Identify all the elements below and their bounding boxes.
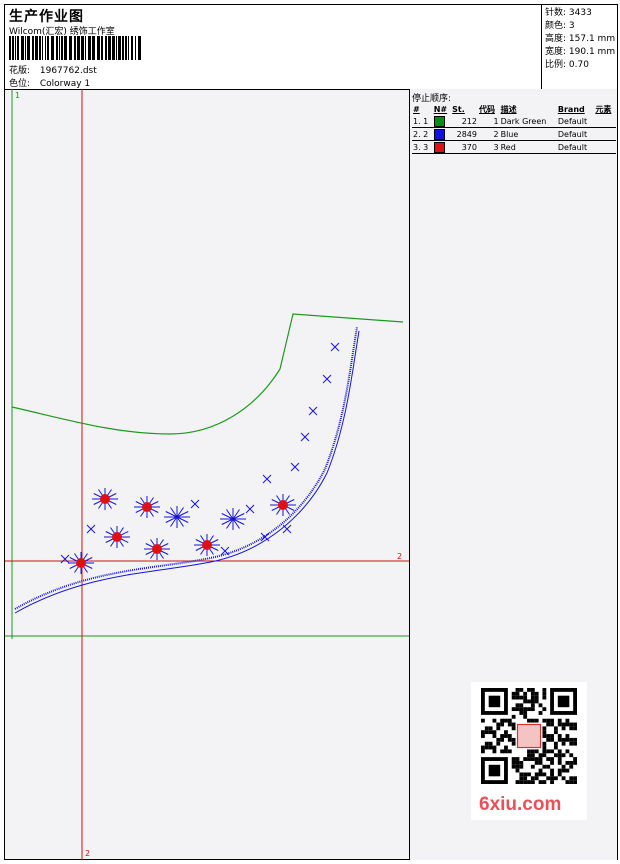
row-element <box>594 127 616 141</box>
col-element: 元素 <box>595 104 612 114</box>
stats-panel: 针数: 3433 颜色: 3 高度: 157.1 mm 宽度: 190.1 mm… <box>541 5 617 89</box>
watermark-qr: 6xiu.com <box>471 682 587 820</box>
row-swatch <box>432 115 452 128</box>
stitch-motifs <box>60 342 340 574</box>
row-stitches: 2849 <box>451 127 478 141</box>
row-index: 1. 1 <box>412 115 433 128</box>
col-n: N# <box>433 104 448 114</box>
header: 生产作业图 Wilcom(汇宏) 绣饰工作室 花版: 1967762.dst 色… <box>5 5 617 90</box>
blue-stitch-edge <box>14 330 360 614</box>
row-code: 3 <box>477 140 500 154</box>
row-index: 2. 2 <box>412 127 433 141</box>
row-code: 2 <box>477 127 500 141</box>
col-brand: Brand <box>557 104 585 114</box>
stat-width: 宽度: 190.1 mm <box>545 47 616 57</box>
production-sheet: 生产作业图 Wilcom(汇宏) 绣饰工作室 花版: 1967762.dst 色… <box>4 4 618 860</box>
table-header: # N# St. 代码 描述 Brand 元素 <box>412 103 616 115</box>
marker-2-bottom: 2 <box>85 849 91 858</box>
header-info: 生产作业图 Wilcom(汇宏) 绣饰工作室 花版: 1967762.dst 色… <box>5 5 541 89</box>
watermark-text: 6xiu.com <box>479 794 562 815</box>
qr-code <box>481 688 577 784</box>
embroidery-preview <box>5 89 409 860</box>
row-brand: Default <box>556 140 595 154</box>
table-row: 2. 2 2849 2 Blue Default <box>412 127 616 141</box>
col-index: # <box>413 104 420 114</box>
table-row: 3. 3 370 3 Red Default <box>412 140 616 154</box>
color-swatch <box>433 141 445 153</box>
row-element <box>594 140 616 154</box>
design-label: 花版: <box>9 66 31 76</box>
row-desc: Blue <box>499 127 557 141</box>
color-swatch <box>433 115 445 127</box>
barcode <box>9 36 141 60</box>
stat-colors: 颜色: 3 <box>545 21 575 31</box>
color-swatch <box>433 128 445 140</box>
row-stitches: 370 <box>451 140 478 154</box>
marker-2-right: 2 <box>397 552 403 561</box>
table-row: 1. 1 212 1 Dark Green Default <box>412 115 616 128</box>
col-desc: 描述 <box>500 104 517 114</box>
row-element <box>594 115 616 128</box>
colorway-label: 色位: <box>9 79 31 89</box>
design-value: 1967762.dst <box>39 66 97 76</box>
stat-height: 高度: 157.1 mm <box>545 34 616 44</box>
stat-stitches: 针数: 3433 <box>545 8 592 18</box>
page-title: 生产作业图 <box>9 9 84 25</box>
design-canvas: 1 2 2 <box>5 89 410 860</box>
row-desc: Dark Green <box>499 115 557 128</box>
stat-scale: 比例: 0.70 <box>545 60 589 70</box>
marker-1: 1 <box>15 91 21 100</box>
row-brand: Default <box>556 127 595 141</box>
stop-sequence-table: # N# St. 代码 描述 Brand 元素 1. 1 212 1 Dark Gre… <box>412 103 616 154</box>
row-index: 3. 3 <box>412 140 433 154</box>
col-code: 代码 <box>478 104 495 114</box>
row-desc: Red <box>499 140 557 154</box>
row-swatch <box>432 140 452 154</box>
design-row: 花版: 1967762.dst <box>9 63 97 76</box>
colorway-value: Colorway 1 <box>39 79 91 89</box>
row-code: 1 <box>477 115 500 128</box>
row-swatch <box>432 127 452 141</box>
row-stitches: 212 <box>451 115 478 128</box>
colorway-row: 色位: Colorway 1 <box>9 76 90 89</box>
col-stitches: St. <box>452 104 465 114</box>
row-brand: Default <box>556 115 595 128</box>
